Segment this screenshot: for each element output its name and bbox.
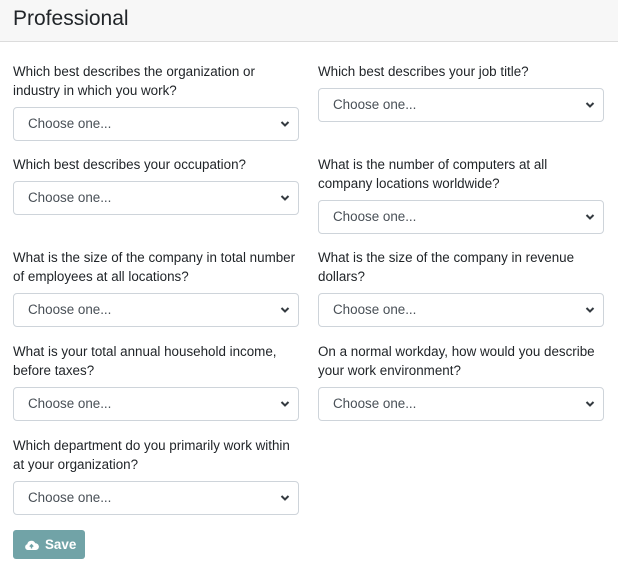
chevron-down-icon bbox=[585, 214, 595, 220]
section-header: Professional bbox=[0, 0, 618, 42]
chevron-down-icon bbox=[280, 401, 290, 407]
work-environment-label: On a normal workday, how would you descr… bbox=[318, 344, 595, 378]
employees-select-value: Choose one... bbox=[28, 302, 112, 317]
chevron-down-icon bbox=[280, 121, 290, 127]
employees-field: What is the size of the company in total… bbox=[13, 248, 299, 327]
department-select-value: Choose one... bbox=[28, 490, 112, 505]
occupation-field: Which best describes your occupation? Ch… bbox=[13, 155, 299, 215]
department-field: Which department do you primarily work w… bbox=[13, 436, 299, 515]
work-environment-field: On a normal workday, how would you descr… bbox=[318, 342, 604, 421]
occupation-label: Which best describes your occupation? bbox=[13, 157, 246, 172]
work-environment-select-value: Choose one... bbox=[333, 396, 417, 411]
department-label: Which department do you primarily work w… bbox=[13, 438, 290, 472]
industry-field: Which best describes the organization or… bbox=[13, 62, 299, 141]
chevron-down-icon bbox=[585, 307, 595, 313]
income-select-value: Choose one... bbox=[28, 396, 112, 411]
computers-field: What is the number of computers at all c… bbox=[318, 155, 604, 234]
revenue-select[interactable]: Choose one... bbox=[318, 293, 604, 327]
income-field: What is your total annual household inco… bbox=[13, 342, 299, 421]
computers-select[interactable]: Choose one... bbox=[318, 200, 604, 234]
revenue-field: What is the size of the company in reven… bbox=[318, 248, 604, 327]
industry-select-value: Choose one... bbox=[28, 116, 112, 131]
computers-label: What is the number of computers at all c… bbox=[318, 157, 548, 191]
chevron-down-icon bbox=[280, 195, 290, 201]
occupation-select-value: Choose one... bbox=[28, 190, 112, 205]
chevron-down-icon bbox=[280, 495, 290, 501]
employees-select[interactable]: Choose one... bbox=[13, 293, 299, 327]
save-button-label: Save bbox=[45, 537, 77, 552]
job-title-label: Which best describes your job title? bbox=[318, 64, 529, 79]
income-select[interactable]: Choose one... bbox=[13, 387, 299, 421]
industry-label: Which best describes the organization or… bbox=[13, 64, 255, 98]
industry-select[interactable]: Choose one... bbox=[13, 107, 299, 141]
page-title: Professional bbox=[13, 7, 129, 30]
computers-select-value: Choose one... bbox=[333, 209, 417, 224]
income-label: What is your total annual household inco… bbox=[13, 344, 277, 378]
revenue-select-value: Choose one... bbox=[333, 302, 417, 317]
cloud-upload-icon bbox=[25, 540, 39, 550]
employees-label: What is the size of the company in total… bbox=[13, 250, 296, 284]
chevron-down-icon bbox=[280, 307, 290, 313]
department-select[interactable]: Choose one... bbox=[13, 481, 299, 515]
job-title-field: Which best describes your job title? Cho… bbox=[318, 62, 604, 122]
job-title-select-value: Choose one... bbox=[333, 97, 417, 112]
save-button[interactable]: Save bbox=[13, 530, 85, 559]
occupation-select[interactable]: Choose one... bbox=[13, 181, 299, 215]
job-title-select[interactable]: Choose one... bbox=[318, 88, 604, 122]
revenue-label: What is the size of the company in reven… bbox=[318, 250, 575, 284]
work-environment-select[interactable]: Choose one... bbox=[318, 387, 604, 421]
chevron-down-icon bbox=[585, 102, 595, 108]
chevron-down-icon bbox=[585, 401, 595, 407]
